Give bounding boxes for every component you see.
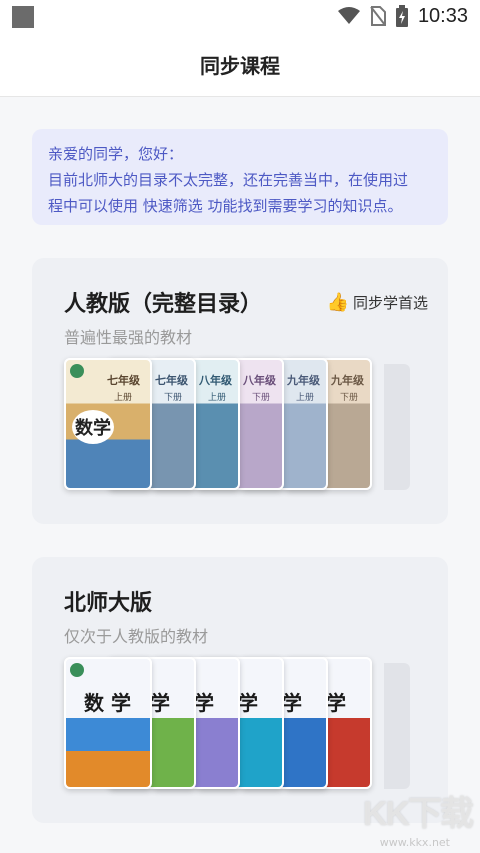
- book-stack-shadow: [384, 663, 410, 789]
- notice-banner: 亲爱的同学，您好： 目前北师大的目录不太完整，还在完善当中，在使用过 程中可以使…: [32, 129, 448, 225]
- watermark: KK下载 www.kkx.net: [362, 789, 474, 849]
- watermark-url: www.kkx.net: [379, 836, 450, 849]
- book-stack-shadow: [384, 364, 410, 490]
- book-volume: 下册: [163, 393, 182, 403]
- book-subject: 数学: [72, 410, 114, 444]
- status-bar: 10:33: [0, 0, 480, 32]
- notification-icon: [12, 6, 34, 28]
- book-grade: 七年级: [155, 374, 188, 387]
- book-subject: 学: [194, 691, 214, 715]
- book-grade: 九年级: [287, 374, 320, 387]
- book-subject: 学: [282, 691, 302, 715]
- wifi-icon: [337, 7, 360, 24]
- status-icons: 10:33: [337, 4, 468, 28]
- book-covers: 学 学 学 学 学 数 学: [64, 657, 410, 793]
- card-subtitle: 仅次于人教版的教材: [64, 627, 209, 646]
- book-grade: 九年级: [331, 374, 364, 387]
- battery-charging-icon: [395, 5, 408, 27]
- book-subject: 学: [238, 691, 258, 715]
- app-header: 同步课程: [0, 32, 480, 97]
- book-grade: 八年级: [199, 374, 232, 387]
- clock: 10:33: [417, 4, 468, 27]
- book-volume: 上册: [113, 393, 132, 403]
- recommended-badge: 👍 同步学首选: [327, 292, 428, 313]
- textbook-card-bnu[interactable]: 北师大版 仅次于人教版的教材 学 学 学 学 学 数 学: [32, 557, 448, 823]
- no-sim-icon: [370, 6, 386, 26]
- card-subtitle: 普遍性最强的教材: [64, 328, 193, 347]
- book-volume: 上册: [207, 393, 226, 403]
- page-title: 同步课程: [200, 54, 280, 78]
- book-covers: 九年级 下册 九年级 上册 八年级 下册 八年级 上册 七年级 下册 七年级 上…: [64, 358, 410, 494]
- card-title: 北师大版: [64, 591, 153, 616]
- book-grade: 七年级: [107, 374, 140, 387]
- book-cover: 数 学: [64, 657, 152, 789]
- book-cover: 七年级 上册 数学: [64, 358, 152, 490]
- notice-line: 程中可以使用 快速筛选 功能找到需要学习的知识点。: [48, 197, 403, 215]
- publisher-logo-icon: [70, 364, 84, 378]
- publisher-logo-icon: [70, 663, 84, 677]
- notice-line: 亲爱的同学，您好：: [48, 145, 184, 163]
- textbook-card-pep[interactable]: 人教版（完整目录） 普遍性最强的教材 👍 同步学首选 九年级 下册 九年级 上册…: [32, 258, 448, 524]
- book-volume: 下册: [339, 393, 358, 403]
- book-volume: 下册: [251, 393, 270, 403]
- book-subject: 数 学: [84, 691, 131, 715]
- book-grade: 八年级: [243, 374, 276, 387]
- notice-line: 目前北师大的目录不太完整，还在完善当中，在使用过: [48, 171, 409, 189]
- badge-label: 同步学首选: [352, 294, 428, 312]
- card-title: 人教版（完整目录）: [64, 292, 263, 317]
- watermark-logo: KK下载: [362, 795, 474, 833]
- book-subject: 学: [150, 691, 170, 715]
- book-subject: 学: [326, 691, 346, 715]
- thumbs-up-icon: 👍: [326, 292, 349, 313]
- book-volume: 上册: [295, 393, 314, 403]
